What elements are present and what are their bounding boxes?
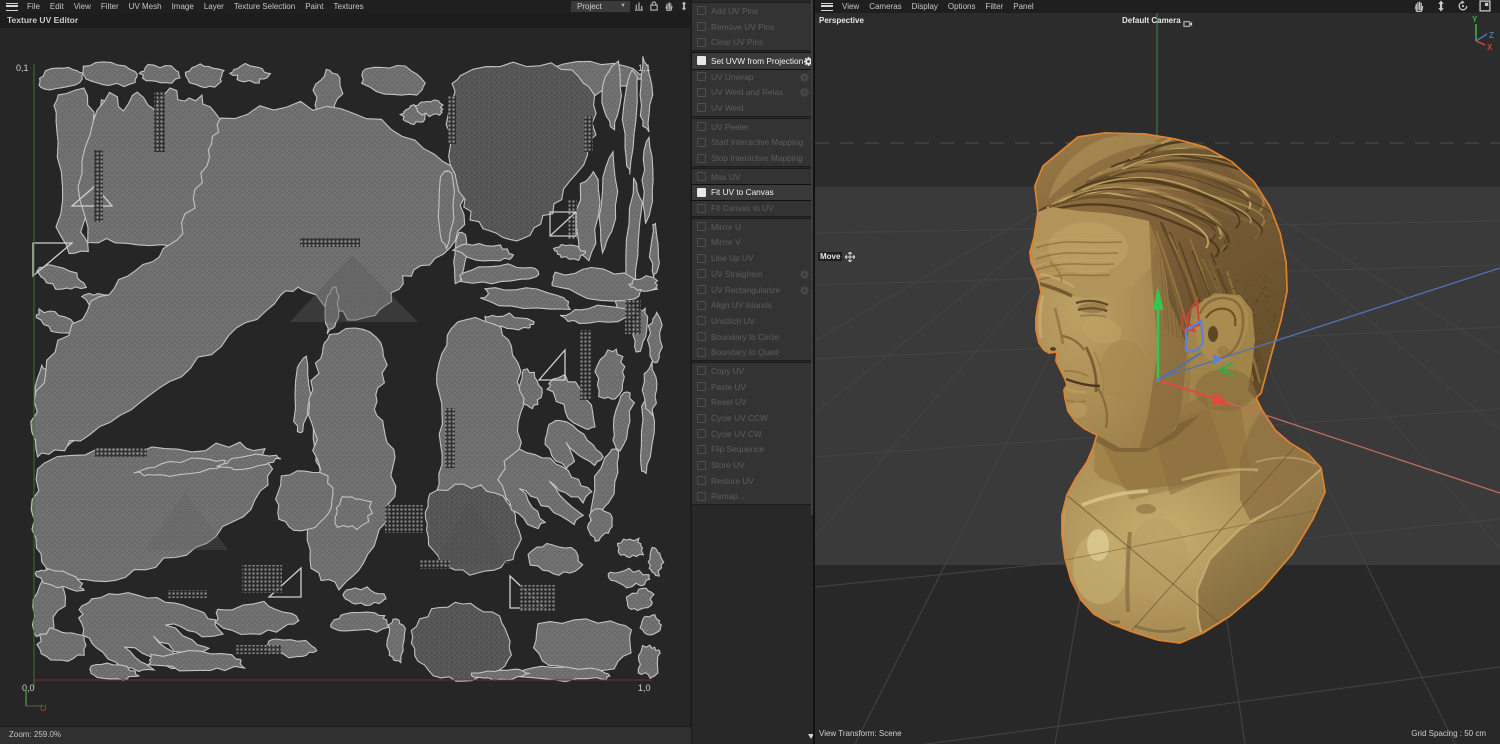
svg-text:U: U bbox=[40, 703, 47, 713]
svg-text:0,0: 0,0 bbox=[22, 683, 35, 693]
svg-text:X: X bbox=[1487, 43, 1493, 52]
svg-text:1,1: 1,1 bbox=[638, 63, 651, 73]
svg-text:0,1: 0,1 bbox=[16, 63, 29, 73]
svg-text:1,0: 1,0 bbox=[638, 683, 651, 693]
svg-text:Y: Y bbox=[1472, 15, 1478, 24]
svg-text:Z: Z bbox=[1489, 31, 1494, 40]
